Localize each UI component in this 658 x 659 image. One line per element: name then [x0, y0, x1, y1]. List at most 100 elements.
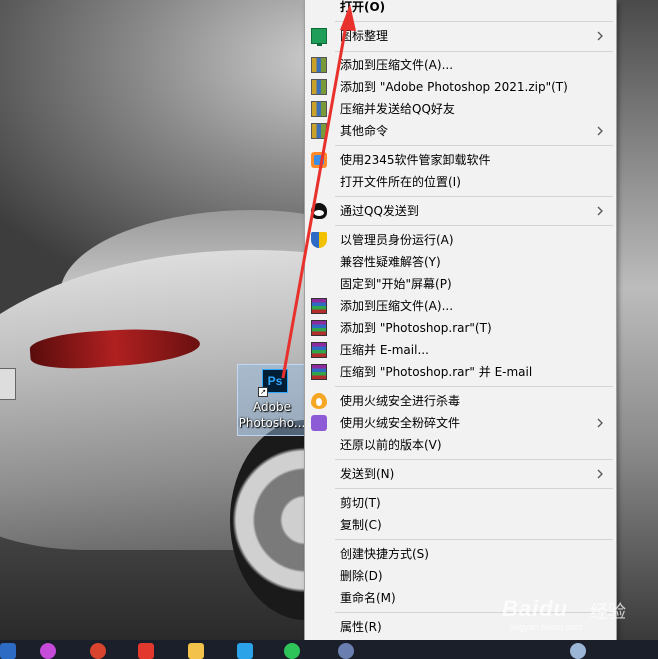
- menu-item-run-as-admin[interactable]: 以管理员身份运行(A): [305, 229, 616, 251]
- menu-item-label: 重命名(M): [340, 591, 396, 605]
- wallpaper-right-strip: [615, 0, 658, 640]
- desktop-icon-label: Adobe Photosho...: [238, 399, 306, 431]
- context-menu: 打开(O) 图标整理 添加到压缩文件(A)... 添加到 "Adobe Phot…: [304, 0, 617, 640]
- menu-item-cut[interactable]: 剪切(T): [305, 492, 616, 514]
- menu-item-label: 剪切(T): [340, 496, 381, 510]
- winrar-icon: [311, 364, 327, 380]
- taskbar-chrome-icon[interactable]: [90, 643, 106, 659]
- winzip-icon: [311, 79, 327, 95]
- chevron-right-icon: [597, 469, 603, 479]
- menu-item-add-to-archive-zip[interactable]: 添加到压缩文件(A)...: [305, 54, 616, 76]
- taskbar-wechat-icon[interactable]: [284, 643, 300, 659]
- uninstall-icon: [311, 152, 327, 168]
- taskbar-qq-icon[interactable]: [237, 643, 253, 659]
- menu-item-label: 兼容性疑难解答(Y): [340, 255, 441, 269]
- menu-item-send-via-qq[interactable]: 通过QQ发送到: [305, 200, 616, 222]
- menu-item-send-to[interactable]: 发送到(N): [305, 463, 616, 485]
- menu-item-troubleshoot-compat[interactable]: 兼容性疑难解答(Y): [305, 251, 616, 273]
- winrar-icon: [311, 320, 327, 336]
- taskbar-app2-icon[interactable]: [338, 643, 354, 659]
- menu-separator: [335, 196, 613, 197]
- menu-item-label: 通过QQ发送到: [340, 204, 419, 218]
- menu-item-icon-arrange[interactable]: 图标整理: [305, 25, 616, 47]
- desktop-icon-photoshop[interactable]: Ps ↗ Adobe Photosho...: [237, 364, 307, 436]
- menu-item-label: 使用火绒安全粉碎文件: [340, 416, 461, 430]
- menu-separator: [335, 539, 613, 540]
- qq-icon: [311, 203, 327, 219]
- menu-item-huorong-scan[interactable]: 使用火绒安全进行杀毒: [305, 390, 616, 412]
- baidu-jingyan-watermark: Baidu 经验 jingyan.baidu.com: [502, 592, 652, 638]
- winzip-icon: [311, 57, 327, 73]
- menu-item-label: 还原以前的版本(V): [340, 438, 442, 452]
- watermark-url: jingyan.baidu.com: [510, 622, 583, 632]
- menu-item-label: 添加到压缩文件(A)...: [340, 299, 454, 313]
- menu-separator: [335, 488, 613, 489]
- monitor-icon: [311, 28, 327, 46]
- winzip-icon: [311, 123, 327, 139]
- watermark-suffix: 经验: [590, 602, 626, 622]
- menu-item-other-commands[interactable]: 其他命令: [305, 120, 616, 142]
- menu-item-label: 压缩并发送给QQ好友: [340, 102, 455, 116]
- menu-separator: [335, 51, 613, 52]
- menu-item-huorong-shred[interactable]: 使用火绒安全粉碎文件: [305, 412, 616, 434]
- taskbar-app-icon[interactable]: [0, 643, 16, 659]
- menu-item-label: 打开文件所在的位置(I): [340, 175, 461, 189]
- shortcut-arrow-icon: ↗: [258, 387, 268, 397]
- chevron-right-icon: [597, 206, 603, 216]
- menu-item-label: 添加到 "Photoshop.rar"(T): [340, 321, 492, 335]
- chevron-right-icon: [597, 31, 603, 41]
- menu-item-pin-to-start[interactable]: 固定到"开始"屏幕(P): [305, 273, 616, 295]
- menu-item-label: 发送到(N): [340, 467, 395, 481]
- menu-item-open-file-location[interactable]: 打开文件所在的位置(I): [305, 171, 616, 193]
- menu-item-create-shortcut[interactable]: 创建快捷方式(S): [305, 543, 616, 565]
- menu-item-compress-email[interactable]: 压缩并 E-mail...: [305, 339, 616, 361]
- menu-item-add-to-archive-rar[interactable]: 添加到压缩文件(A)...: [305, 295, 616, 317]
- menu-item-zip-send-qq[interactable]: 压缩并发送给QQ好友: [305, 98, 616, 120]
- menu-item-open[interactable]: 打开(O): [305, 0, 616, 18]
- menu-separator: [335, 386, 613, 387]
- huorong-icon: [311, 393, 327, 409]
- taskbar-browser-icon[interactable]: [40, 643, 56, 659]
- taskbar: [0, 640, 658, 659]
- menu-item-label: 复制(C): [340, 518, 382, 532]
- menu-item-label: 使用2345软件管家卸载软件: [340, 153, 491, 167]
- menu-item-label: 创建快捷方式(S): [340, 547, 429, 561]
- winrar-icon: [311, 298, 327, 314]
- menu-item-label: 使用火绒安全进行杀毒: [340, 394, 461, 408]
- menu-separator: [335, 21, 613, 22]
- tray-cloud-icon[interactable]: [570, 643, 586, 659]
- menu-item-label: 属性(R): [340, 620, 382, 634]
- uac-shield-icon: [311, 232, 327, 248]
- menu-item-label: 添加到 "Adobe Photoshop 2021.zip"(T): [340, 80, 568, 94]
- menu-item-add-to-named-rar[interactable]: 添加到 "Photoshop.rar"(T): [305, 317, 616, 339]
- car-plate: [0, 368, 16, 400]
- menu-item-label: 删除(D): [340, 569, 383, 583]
- desktop-icon-label-line2: Photosho...: [238, 416, 306, 430]
- winrar-icon: [311, 342, 327, 358]
- menu-separator: [335, 145, 613, 146]
- chevron-right-icon: [597, 418, 603, 428]
- desktop-icon-label-line1: Adobe: [253, 400, 291, 414]
- menu-item-add-to-named-zip[interactable]: 添加到 "Adobe Photoshop 2021.zip"(T): [305, 76, 616, 98]
- watermark-logo: Baidu: [502, 596, 569, 621]
- menu-item-restore-previous[interactable]: 还原以前的版本(V): [305, 434, 616, 456]
- menu-item-label: 压缩并 E-mail...: [340, 343, 429, 357]
- taskbar-folder-icon[interactable]: [188, 643, 204, 659]
- shredder-icon: [311, 415, 327, 431]
- menu-item-uninstall-2345[interactable]: 使用2345软件管家卸载软件: [305, 149, 616, 171]
- menu-separator: [335, 459, 613, 460]
- chevron-right-icon: [597, 126, 603, 136]
- menu-item-label: 打开(O): [340, 0, 386, 14]
- menu-item-label: 以管理员身份运行(A): [340, 233, 454, 247]
- menu-item-label: 压缩到 "Photoshop.rar" 并 E-mail: [340, 365, 533, 379]
- taskbar-wps-icon[interactable]: [138, 643, 154, 659]
- menu-item-label: 固定到"开始"屏幕(P): [340, 277, 452, 291]
- menu-item-compress-named-email[interactable]: 压缩到 "Photoshop.rar" 并 E-mail: [305, 361, 616, 383]
- winzip-icon: [311, 101, 327, 117]
- menu-item-copy[interactable]: 复制(C): [305, 514, 616, 536]
- menu-item-label: 添加到压缩文件(A)...: [340, 58, 454, 72]
- menu-item-delete[interactable]: 删除(D): [305, 565, 616, 587]
- menu-item-label: 其他命令: [340, 124, 389, 138]
- menu-separator: [335, 225, 613, 226]
- menu-item-label: 图标整理: [340, 29, 389, 43]
